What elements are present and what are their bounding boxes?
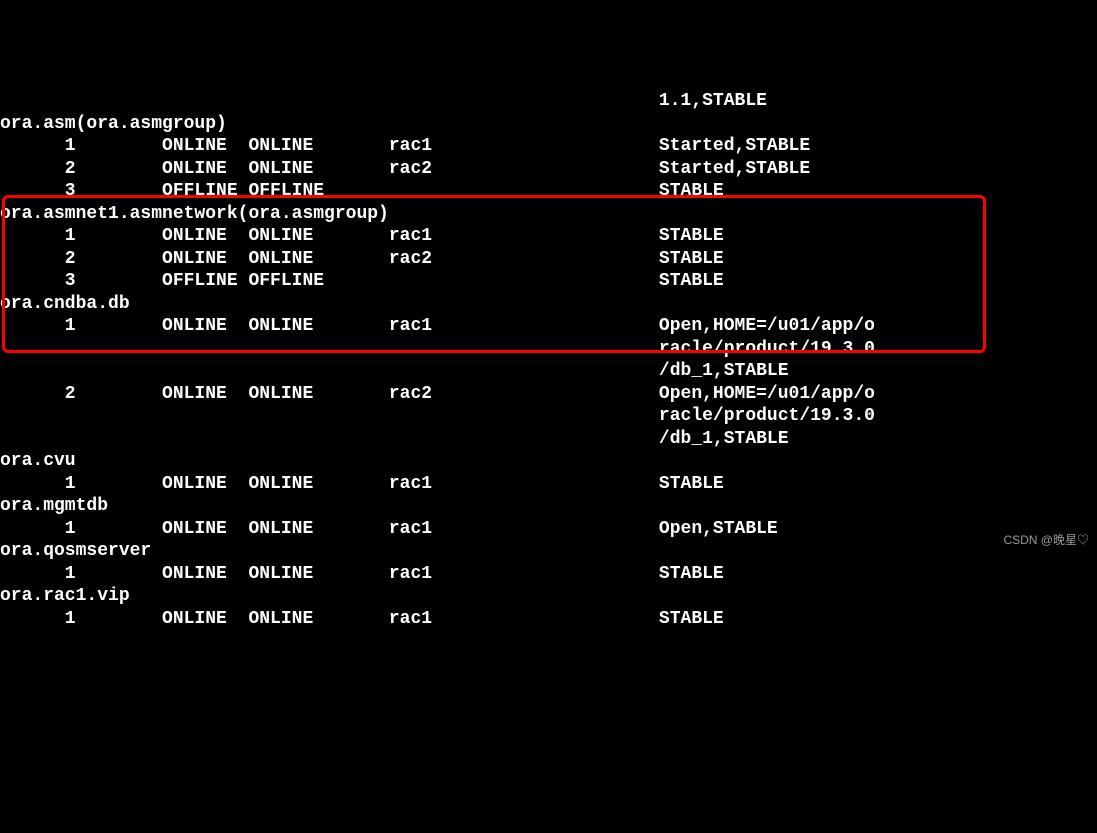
terminal-output: 1.1,STABLE ora.asm(ora.asmgroup) 1 ONLIN…: [0, 90, 1097, 630]
watermark: CSDN @晚星♡: [1003, 529, 1089, 552]
